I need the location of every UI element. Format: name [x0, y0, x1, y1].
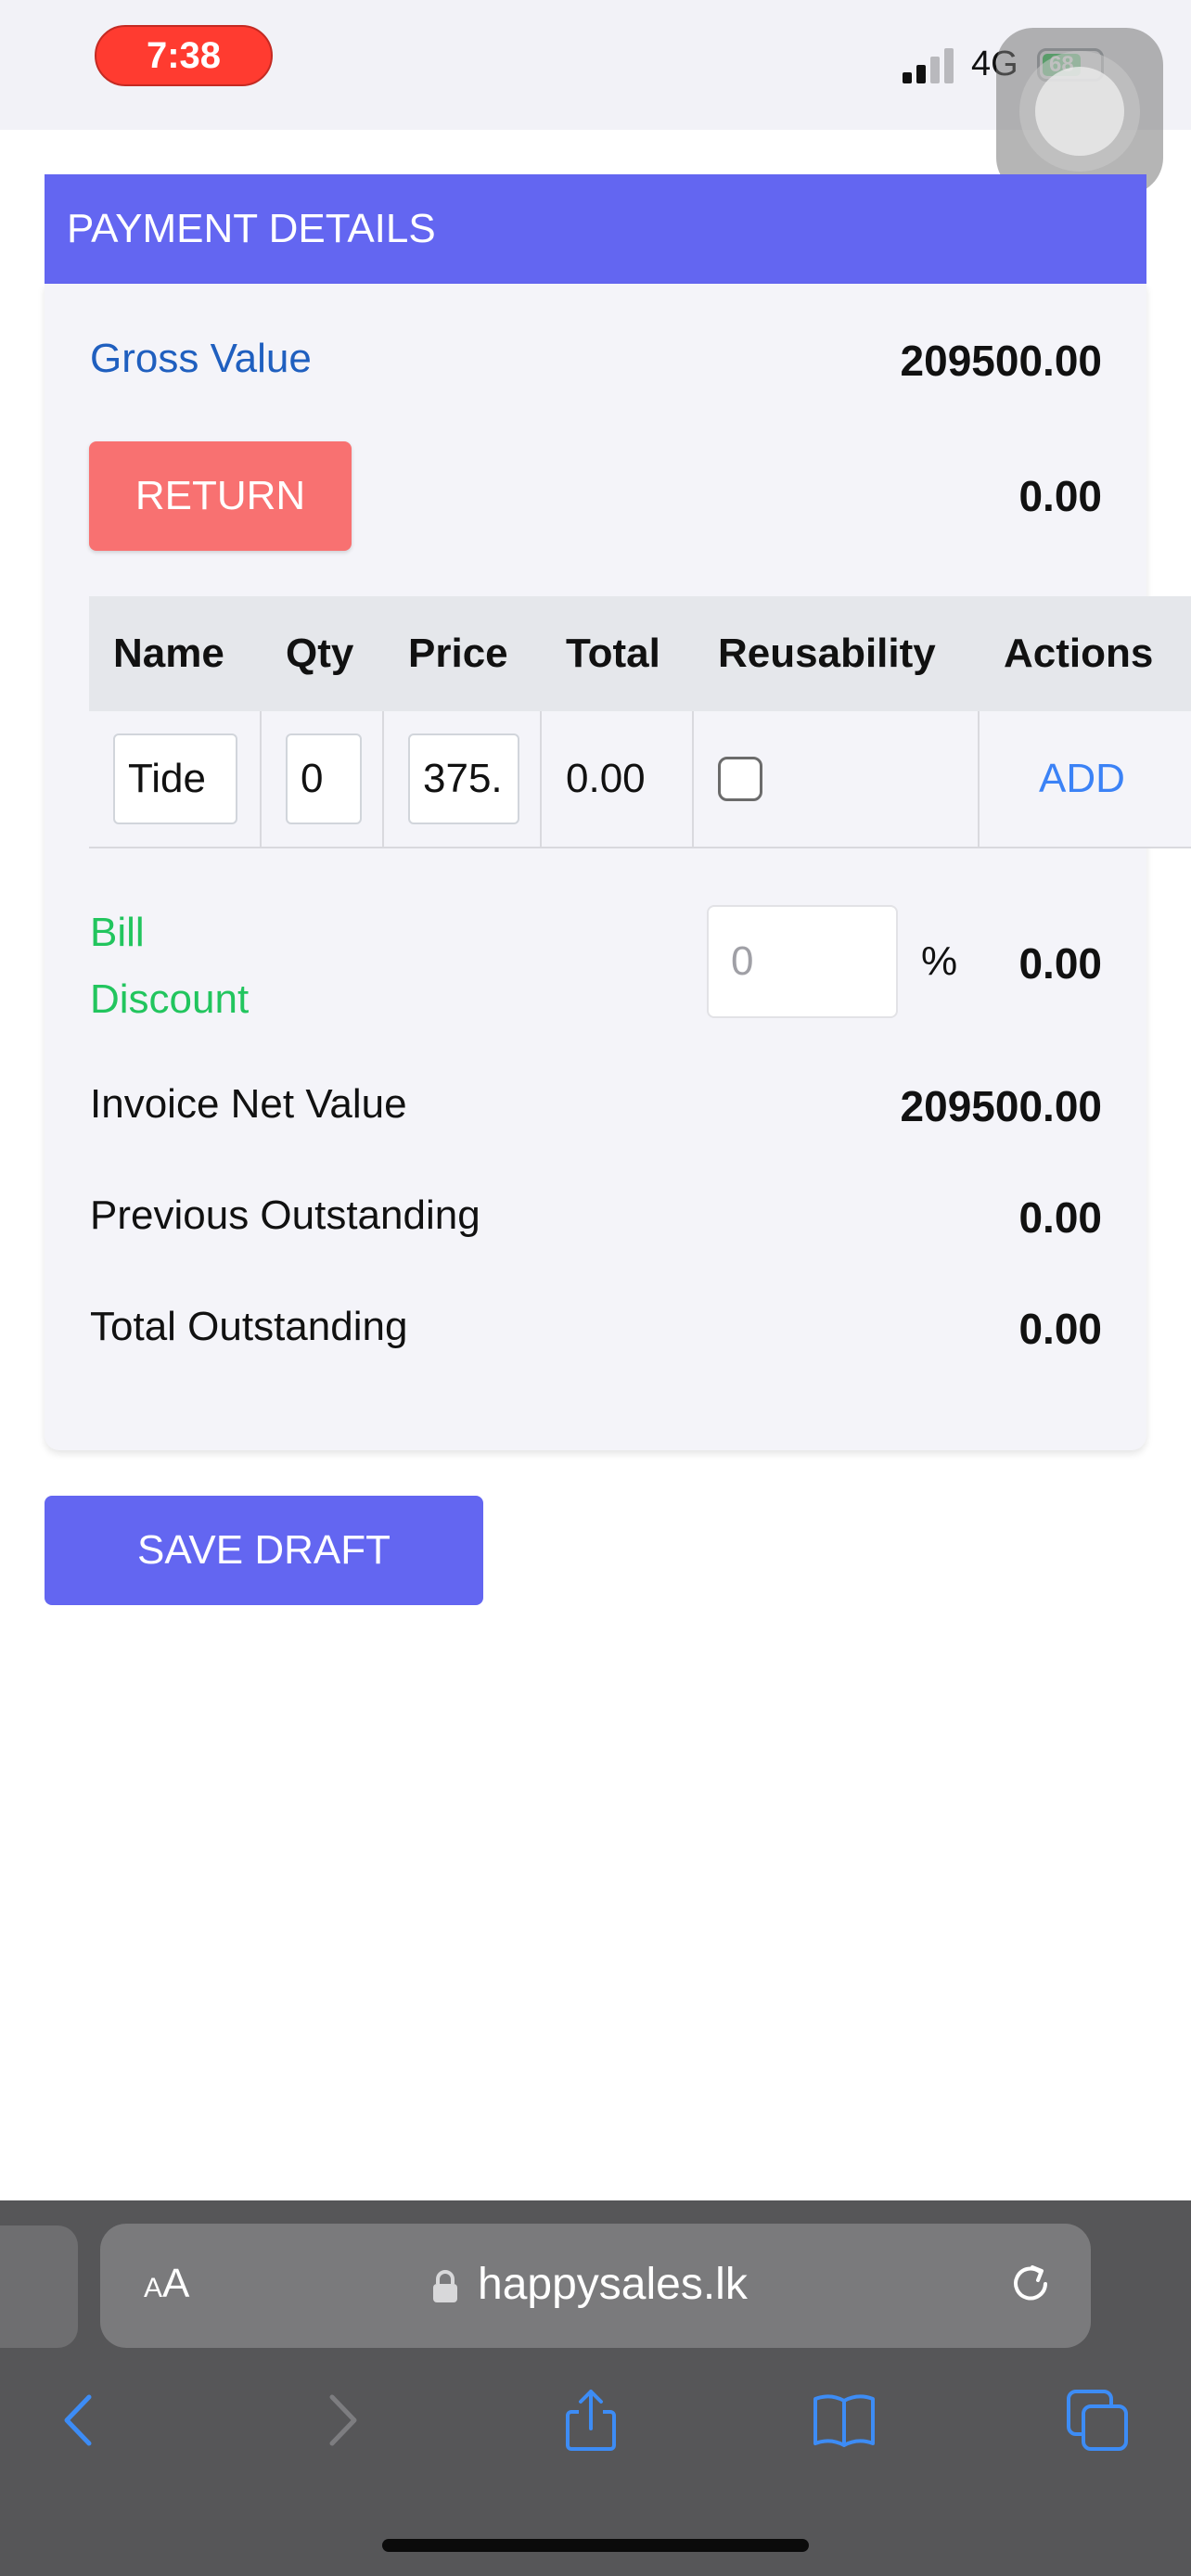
invoice-net-value-label: Invoice Net Value	[90, 1081, 407, 1127]
return-button[interactable]: RETURN	[89, 441, 352, 551]
reload-icon[interactable]	[1005, 2258, 1057, 2310]
bookmarks-icon[interactable]	[812, 2388, 877, 2453]
item-qty-input[interactable]: 0	[286, 733, 362, 824]
return-value: 0.00	[1018, 472, 1102, 520]
table-row: Tide 0 375. 0.00 ADD	[89, 711, 1191, 848]
item-name-input[interactable]: Tide	[113, 733, 237, 824]
item-price-input[interactable]: 375.	[408, 733, 519, 824]
payment-details-header: PAYMENT DETAILS	[45, 174, 1146, 284]
items-table: Name Qty Price Total Reusability Actions…	[89, 596, 1191, 848]
total-outstanding-value: 0.00	[1018, 1305, 1102, 1353]
column-header-actions: Actions	[1004, 631, 1154, 676]
previous-outstanding-value: 0.00	[1018, 1193, 1102, 1242]
bill-discount-label: Bill Discount	[90, 910, 250, 1022]
url-text: happysales.lk	[478, 2260, 748, 2309]
tabs-icon[interactable]	[1065, 2388, 1130, 2453]
gross-value: 209500.00	[900, 337, 1102, 385]
previous-tab-peek[interactable]	[0, 2225, 78, 2348]
back-icon[interactable]	[48, 2388, 113, 2453]
add-item-link[interactable]: ADD	[1039, 756, 1125, 802]
forward-icon[interactable]	[308, 2388, 373, 2453]
status-bar: 7:38 4G 68	[0, 0, 1191, 195]
column-header-qty: Qty	[286, 631, 354, 676]
table-header: Name Qty Price Total Reusability Actions	[89, 596, 1191, 711]
share-icon[interactable]	[558, 2388, 623, 2453]
total-outstanding-label: Total Outstanding	[90, 1304, 408, 1349]
column-header-total: Total	[566, 631, 660, 676]
column-header-name: Name	[113, 631, 224, 676]
column-header-price: Price	[408, 631, 508, 676]
gross-value-label: Gross Value	[90, 336, 312, 381]
page-settings-button[interactable]: AA	[144, 2261, 189, 2307]
assistive-touch-button[interactable]	[996, 28, 1163, 195]
home-indicator	[382, 2539, 809, 2552]
item-total: 0.00	[542, 711, 694, 847]
save-draft-button[interactable]: SAVE DRAFT	[45, 1496, 483, 1605]
invoice-net-value: 209500.00	[900, 1082, 1102, 1130]
previous-outstanding-label: Previous Outstanding	[90, 1192, 480, 1238]
bill-discount-value: 0.00	[1018, 939, 1102, 988]
status-time: 7:38	[95, 25, 273, 86]
reusability-checkbox[interactable]	[718, 757, 762, 801]
column-header-reusability: Reusability	[718, 631, 936, 676]
lock-icon	[433, 2270, 457, 2302]
signal-icon	[903, 48, 954, 83]
